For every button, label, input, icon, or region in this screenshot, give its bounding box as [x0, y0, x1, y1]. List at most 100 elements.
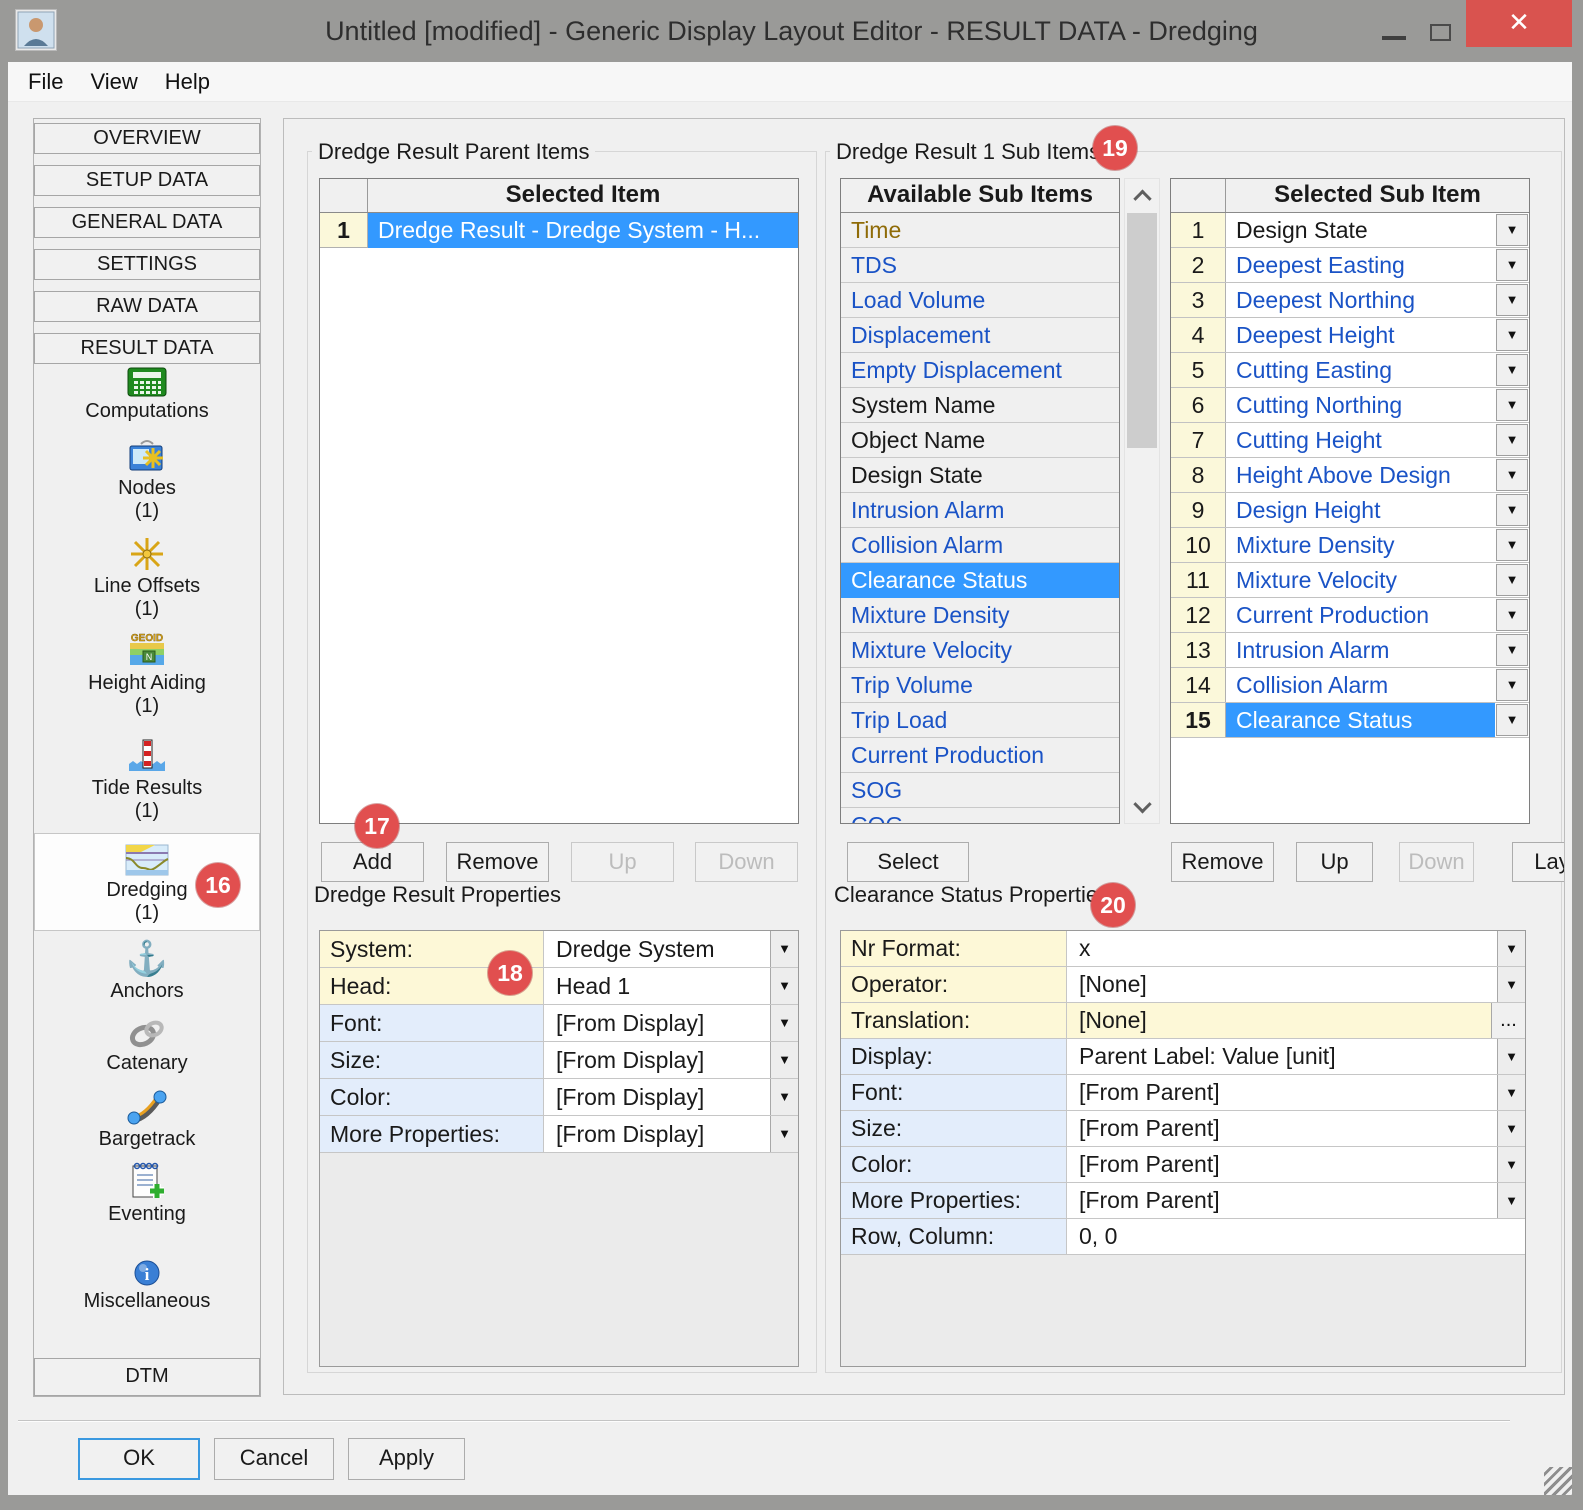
ellipsis-button[interactable]: ... — [1491, 1003, 1525, 1038]
nav-settings[interactable]: SETTINGS — [34, 249, 260, 280]
available-item[interactable]: Trip Load — [841, 703, 1119, 738]
scroll-up-icon[interactable] — [1125, 179, 1159, 209]
dropdown-arrow-icon[interactable]: ▼ — [1496, 354, 1528, 386]
available-item[interactable]: Intrusion Alarm — [841, 493, 1119, 528]
available-list-scrollbar[interactable] — [1124, 178, 1160, 824]
selected-sub-item-row[interactable]: 14Collision Alarm▼ — [1171, 668, 1529, 703]
available-item[interactable]: TDS — [841, 248, 1119, 283]
font-parent-select[interactable]: [From Parent] — [1067, 1075, 1497, 1110]
more-properties-parent-select[interactable]: [From Parent] — [1067, 1183, 1497, 1218]
selected-sub-item-row[interactable]: 11Mixture Velocity▼ — [1171, 563, 1529, 598]
dropdown-arrow-icon[interactable]: ▼ — [1497, 967, 1525, 1002]
nav-setup-data[interactable]: SETUP DATA — [34, 165, 260, 196]
dropdown-arrow-icon[interactable]: ▼ — [1497, 1075, 1525, 1110]
font-select[interactable]: [From Display] — [544, 1005, 770, 1041]
sidebar-item-catenary[interactable]: Catenary — [34, 1011, 260, 1075]
sidebar-item-anchors[interactable]: ⚓ Anchors — [34, 939, 260, 1003]
dropdown-arrow-icon[interactable]: ▼ — [1496, 459, 1528, 491]
available-item[interactable]: SOG — [841, 773, 1119, 808]
nr-format-select[interactable]: x — [1067, 931, 1497, 966]
dropdown-arrow-icon[interactable]: ▼ — [1496, 214, 1528, 246]
add-button[interactable]: Add — [321, 842, 424, 882]
dropdown-arrow-icon[interactable]: ▼ — [1496, 249, 1528, 281]
apply-button[interactable]: Apply — [348, 1438, 465, 1480]
menu-view[interactable]: View — [90, 69, 137, 95]
layout-button[interactable]: Lay — [1512, 842, 1565, 882]
size-select[interactable]: [From Display] — [544, 1042, 770, 1078]
available-item[interactable]: COG — [841, 808, 1119, 824]
available-item[interactable]: Mixture Velocity — [841, 633, 1119, 668]
menu-help[interactable]: Help — [165, 69, 210, 95]
selected-sub-item-row[interactable]: 6Cutting Northing▼ — [1171, 388, 1529, 423]
available-item[interactable]: Trip Volume — [841, 668, 1119, 703]
maximize-icon[interactable] — [1430, 24, 1451, 41]
dropdown-arrow-icon[interactable]: ▼ — [770, 968, 798, 1004]
selected-sub-item-row[interactable]: 13Intrusion Alarm▼ — [1171, 633, 1529, 668]
selected-sub-item-row[interactable]: 2Deepest Easting▼ — [1171, 248, 1529, 283]
nav-general-data[interactable]: GENERAL DATA — [34, 207, 260, 238]
available-item-selected[interactable]: Clearance Status — [841, 563, 1119, 598]
available-sub-items-list[interactable]: Available Sub Items Time TDS Load Volume… — [840, 178, 1120, 824]
resize-grip[interactable] — [1544, 1467, 1572, 1495]
dropdown-arrow-icon[interactable]: ▼ — [1496, 494, 1528, 526]
dropdown-arrow-icon[interactable]: ▼ — [1496, 284, 1528, 316]
system-select[interactable]: Dredge System — [544, 931, 770, 967]
selected-sub-item-row[interactable]: 12Current Production▼ — [1171, 598, 1529, 633]
available-item[interactable]: Collision Alarm — [841, 528, 1119, 563]
available-item[interactable]: Displacement — [841, 318, 1119, 353]
dropdown-arrow-icon[interactable]: ▼ — [1496, 319, 1528, 351]
dropdown-arrow-icon[interactable]: ▼ — [770, 1005, 798, 1041]
nav-raw-data[interactable]: RAW DATA — [34, 291, 260, 322]
row-column-value[interactable]: 0, 0 — [1067, 1219, 1525, 1254]
parent-items-list[interactable]: Selected Item 1 Dredge Result - Dredge S… — [319, 178, 799, 824]
dropdown-arrow-icon[interactable]: ▼ — [770, 1042, 798, 1078]
dropdown-arrow-icon[interactable]: ▼ — [1496, 599, 1528, 631]
scrollbar-thumb[interactable] — [1127, 213, 1157, 448]
selected-sub-items-list[interactable]: Selected Sub Item 1Design State▼ 2Deepes… — [1170, 178, 1530, 824]
parent-item-value[interactable]: Dredge Result - Dredge System - H... — [368, 213, 798, 248]
dropdown-arrow-icon[interactable]: ▼ — [1496, 564, 1528, 596]
selected-sub-item-row[interactable]: 1Design State▼ — [1171, 213, 1529, 248]
sidebar-item-line-offsets[interactable]: Line Offsets (1) — [34, 534, 260, 621]
sidebar-item-eventing[interactable]: Eventing — [34, 1162, 260, 1226]
available-item[interactable]: System Name — [841, 388, 1119, 423]
parent-item-row[interactable]: 1 Dredge Result - Dredge System - H... — [320, 213, 798, 248]
dropdown-arrow-icon[interactable]: ▼ — [770, 1116, 798, 1152]
selected-sub-item-row[interactable]: 8Height Above Design▼ — [1171, 458, 1529, 493]
up-sub-button[interactable]: Up — [1296, 842, 1373, 882]
color-select[interactable]: [From Display] — [544, 1079, 770, 1115]
remove-button[interactable]: Remove — [446, 842, 549, 882]
available-item[interactable]: Design State — [841, 458, 1119, 493]
sidebar-item-miscellaneous[interactable]: i Miscellaneous — [34, 1249, 260, 1313]
sidebar-item-nodes[interactable]: Nodes (1) — [34, 436, 260, 523]
select-button[interactable]: Select — [847, 842, 969, 882]
available-item[interactable]: Current Production — [841, 738, 1119, 773]
remove-sub-button[interactable]: Remove — [1171, 842, 1274, 882]
close-button[interactable]: ✕ — [1466, 0, 1572, 47]
dropdown-arrow-icon[interactable]: ▼ — [1496, 389, 1528, 421]
selected-sub-item-row[interactable]: 4Deepest Height▼ — [1171, 318, 1529, 353]
selected-sub-item-row[interactable]: 3Deepest Northing▼ — [1171, 283, 1529, 318]
head-select[interactable]: Head 1 — [544, 968, 770, 1004]
available-item[interactable]: Time — [841, 213, 1119, 248]
dropdown-arrow-icon[interactable]: ▼ — [1496, 704, 1528, 736]
menu-file[interactable]: File — [28, 69, 63, 95]
selected-sub-item-row[interactable]: 5Cutting Easting▼ — [1171, 353, 1529, 388]
dropdown-arrow-icon[interactable]: ▼ — [1496, 529, 1528, 561]
available-item[interactable]: Mixture Density — [841, 598, 1119, 633]
display-select[interactable]: Parent Label: Value [unit] — [1067, 1039, 1497, 1074]
available-item[interactable]: Load Volume — [841, 283, 1119, 318]
selected-sub-item-row[interactable]: 7Cutting Height▼ — [1171, 423, 1529, 458]
sidebar-item-computations[interactable]: Computations — [34, 359, 260, 423]
operator-select[interactable]: [None] — [1067, 967, 1497, 1002]
selected-sub-item-row-selected[interactable]: 15Clearance Status▼ — [1171, 703, 1529, 738]
sidebar-item-bargetrack[interactable]: Bargetrack — [34, 1087, 260, 1151]
selected-sub-item-row[interactable]: 10Mixture Density▼ — [1171, 528, 1529, 563]
available-item[interactable]: Empty Displacement — [841, 353, 1119, 388]
translation-field[interactable]: [None] — [1067, 1003, 1491, 1038]
dropdown-arrow-icon[interactable]: ▼ — [770, 1079, 798, 1115]
dropdown-arrow-icon[interactable]: ▼ — [1497, 1111, 1525, 1146]
size-parent-select[interactable]: [From Parent] — [1067, 1111, 1497, 1146]
nav-overview[interactable]: OVERVIEW — [34, 123, 260, 154]
dropdown-arrow-icon[interactable]: ▼ — [1497, 1039, 1525, 1074]
